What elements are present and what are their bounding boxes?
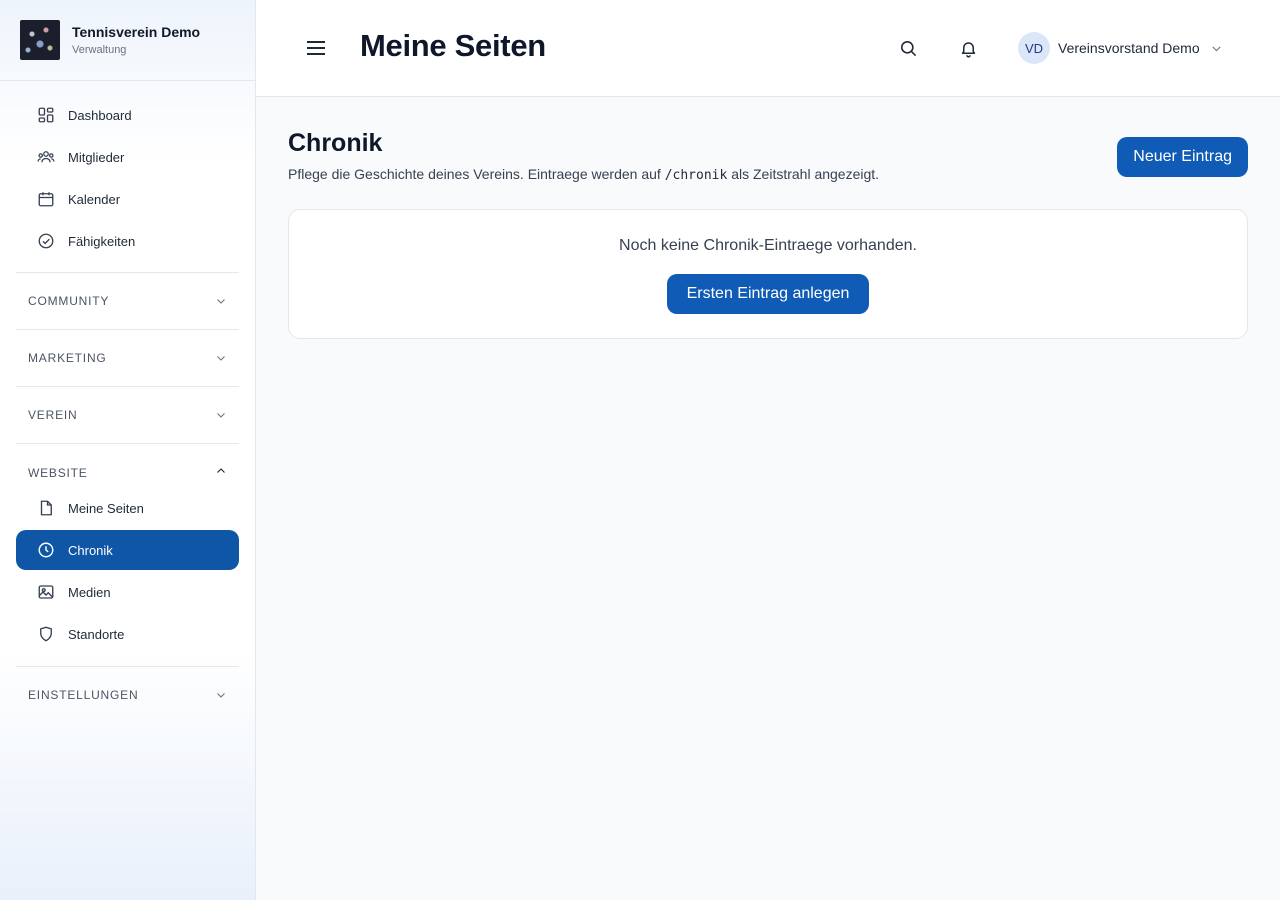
create-first-entry-button[interactable]: Ersten Eintrag anlegen [667,274,869,314]
chevron-down-icon [215,689,227,701]
clock-icon [36,540,56,560]
image-icon [36,582,56,602]
new-entry-button[interactable]: Neuer Eintrag [1117,137,1248,177]
section-community[interactable]: COMMUNITY [0,273,255,329]
section-title: WEBSITE [28,466,88,480]
search-icon[interactable] [897,37,919,59]
user-name: Vereinsvorstand Demo [1058,40,1200,56]
sidebar-item-standorte[interactable]: Standorte [16,614,239,654]
chevron-down-icon [215,409,227,421]
section-einstellungen[interactable]: EINSTELLUNGEN [0,667,255,723]
sidebar-item-label: Mitglieder [68,149,125,165]
sidebar-item-meine-seiten[interactable]: Meine Seiten [16,488,239,528]
brand-subtitle: Verwaltung [72,43,127,56]
sidebar: Tennisverein Demo Verwaltung Dashboard M… [0,0,256,900]
page-icon [36,498,56,518]
top-header: Meine Seiten VD Vereinsvorstand Demo [256,0,1280,97]
description-text: als Zeitstrahl angezeigt. [731,166,880,182]
check-circle-icon [36,231,56,251]
calendar-icon [36,189,56,209]
sidebar-item-label: Standorte [68,626,125,642]
sidebar-item-medien[interactable]: Medien [16,572,239,612]
sidebar-item-mitglieder[interactable]: Mitglieder [16,137,239,177]
section-marketing[interactable]: MARKETING [0,330,255,386]
brand-logo [20,20,60,60]
page-title: Meine Seiten [360,28,546,63]
sidebar-item-faehigkeiten[interactable]: Fähigkeiten [16,221,239,261]
user-menu[interactable]: VD Vereinsvorstand Demo [1018,32,1223,64]
route-code: /chronik [664,168,728,183]
location-icon [36,624,56,644]
divider [16,443,239,444]
empty-state-text: Noch keine Chronik-Eintraege vorhanden. [619,237,917,254]
users-icon [36,147,56,167]
chevron-down-icon [215,295,227,307]
section-website[interactable]: WEBSITE [0,458,255,488]
description-text: Pflege die Geschichte deines Vereins. Ei… [288,166,661,182]
sidebar-item-label: Medien [68,584,111,600]
menu-icon[interactable] [304,36,328,60]
sidebar-item-label: Dashboard [68,107,132,123]
main-nav: Dashboard Mitglieder Kalender Fähigkeite… [0,81,255,261]
section-title: VEREIN [28,408,78,422]
sidebar-item-label: Chronik [68,542,113,558]
section-title: MARKETING [28,351,107,365]
empty-state-card: Noch keine Chronik-Eintraege vorhanden. … [288,209,1248,339]
brand[interactable]: Tennisverein Demo Verwaltung [0,0,255,81]
dashboard-icon [36,105,56,125]
sidebar-item-label: Kalender [68,191,121,207]
sidebar-item-dashboard[interactable]: Dashboard [16,95,239,135]
chevron-down-icon [1210,42,1223,55]
sidebar-item-kalender[interactable]: Kalender [16,179,239,219]
sidebar-item-label: Meine Seiten [68,500,144,516]
section-description: Pflege die Geschichte deines Vereins. Ei… [288,166,879,183]
chevron-down-icon [215,352,227,364]
section-verein[interactable]: VEREIN [0,387,255,443]
chevron-up-icon [215,464,227,482]
section-title: EINSTELLUNGEN [28,688,139,702]
bell-icon[interactable] [957,37,979,59]
section-title: COMMUNITY [28,294,110,308]
sidebar-item-label: Fähigkeiten [68,233,136,249]
website-nav: Meine Seiten Chronik Medien Standorte [0,488,255,654]
sidebar-item-chronik[interactable]: Chronik [16,530,239,570]
brand-name: Tennisverein Demo [72,23,201,40]
avatar: VD [1018,32,1050,64]
section-heading: Chronik [288,129,383,157]
